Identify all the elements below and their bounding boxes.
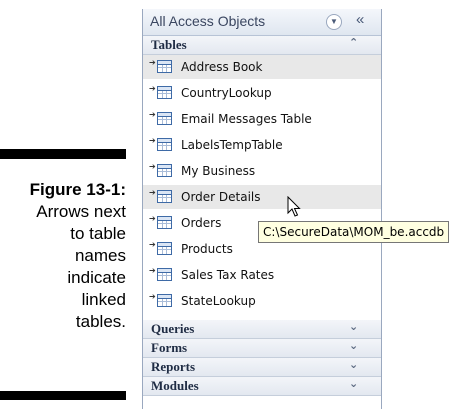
table-icon xyxy=(157,294,172,307)
group-header-tables[interactable]: Tables ⌃ xyxy=(143,36,381,55)
table-item-label: Address Book xyxy=(181,60,263,74)
link-arrow-icon: ➔ xyxy=(149,266,156,275)
table-icon xyxy=(157,86,172,99)
table-icon xyxy=(157,60,172,73)
group-header-forms[interactable]: Forms ⌄ xyxy=(143,339,381,358)
mouse-pointer-icon xyxy=(287,196,301,217)
group-label: Modules xyxy=(151,378,199,393)
table-icon xyxy=(157,242,172,255)
pane-header[interactable]: All Access Objects ▼ « xyxy=(143,9,381,36)
figure-label: Figure 13-1: xyxy=(29,180,126,199)
table-icon xyxy=(157,190,172,203)
chevron-down-icon[interactable]: ⌄ xyxy=(349,377,358,390)
link-arrow-icon: ➔ xyxy=(149,84,156,93)
group-label: Queries xyxy=(151,321,195,336)
table-item-statelookup[interactable]: ➔ StateLookup xyxy=(143,289,381,313)
caption-line: names xyxy=(74,246,126,265)
double-chevron-left-icon[interactable]: « xyxy=(356,11,364,28)
link-arrow-icon: ➔ xyxy=(149,162,156,171)
group-header-queries[interactable]: Queries ⌄ xyxy=(143,320,381,339)
chevron-down-icon[interactable]: ▼ xyxy=(326,14,342,30)
table-item-my-business[interactable]: ➔ My Business xyxy=(143,159,381,183)
table-item-label: My Business xyxy=(181,164,256,178)
table-item-label: Order Details xyxy=(181,190,261,204)
table-icon xyxy=(157,164,172,177)
navigation-pane: All Access Objects ▼ « Tables ⌃ ➔ Addres… xyxy=(142,9,382,409)
table-icon xyxy=(157,138,172,151)
table-item-label: Orders xyxy=(181,216,222,230)
table-icon xyxy=(157,112,172,125)
link-arrow-icon: ➔ xyxy=(149,292,156,301)
table-icon xyxy=(157,216,172,229)
table-item-label: Email Messages Table xyxy=(181,112,312,126)
table-item-address-book[interactable]: ➔ Address Book xyxy=(143,55,381,79)
table-item-sales-tax-rates[interactable]: ➔ Sales Tax Rates xyxy=(143,263,381,287)
group-header-reports[interactable]: Reports ⌄ xyxy=(143,358,381,377)
table-item-label: Sales Tax Rates xyxy=(181,268,275,282)
chevron-up-icon[interactable]: ⌃ xyxy=(349,36,358,49)
table-item-label: Products xyxy=(181,242,233,256)
caption-rule-bottom xyxy=(0,391,126,400)
table-item-label: LabelsTempTable xyxy=(181,138,283,152)
caption-line: to table xyxy=(70,224,126,243)
table-item-label: CountryLookup xyxy=(181,86,272,100)
group-header-modules[interactable]: Modules ⌄ xyxy=(143,377,381,396)
linked-table-path-tooltip: C:\SecureData\MOM_be.accdb xyxy=(258,221,450,243)
caption-line: Arrows next xyxy=(36,202,126,221)
caption-rule-top xyxy=(0,149,126,159)
chevron-down-icon[interactable]: ⌄ xyxy=(349,339,358,352)
table-item-labelstemptable[interactable]: ➔ LabelsTempTable xyxy=(143,133,381,157)
chevron-down-icon[interactable]: ⌄ xyxy=(349,358,358,371)
table-item-label: StateLookup xyxy=(181,294,256,308)
link-arrow-icon: ➔ xyxy=(149,58,156,67)
group-label: Forms xyxy=(151,340,188,355)
group-label: Reports xyxy=(151,359,196,374)
link-arrow-icon: ➔ xyxy=(149,136,156,145)
caption-line: tables. xyxy=(75,312,126,331)
caption-line: indicate xyxy=(67,268,126,287)
caption-line: linked xyxy=(81,290,126,309)
link-arrow-icon: ➔ xyxy=(149,240,156,249)
table-item-countrylookup[interactable]: ➔ CountryLookup xyxy=(143,81,381,105)
pane-title: All Access Objects xyxy=(150,13,266,29)
link-arrow-icon: ➔ xyxy=(149,110,156,119)
group-label: Tables xyxy=(151,37,187,52)
link-arrow-icon: ➔ xyxy=(149,214,156,223)
table-icon xyxy=(157,268,172,281)
figure-caption: Figure 13-1: Arrows next to table names … xyxy=(0,179,126,333)
chevron-down-icon[interactable]: ⌄ xyxy=(349,320,358,333)
link-arrow-icon: ➔ xyxy=(149,188,156,197)
table-item-order-details[interactable]: ➔ Order Details xyxy=(143,185,381,209)
table-item-email-messages[interactable]: ➔ Email Messages Table xyxy=(143,107,381,131)
